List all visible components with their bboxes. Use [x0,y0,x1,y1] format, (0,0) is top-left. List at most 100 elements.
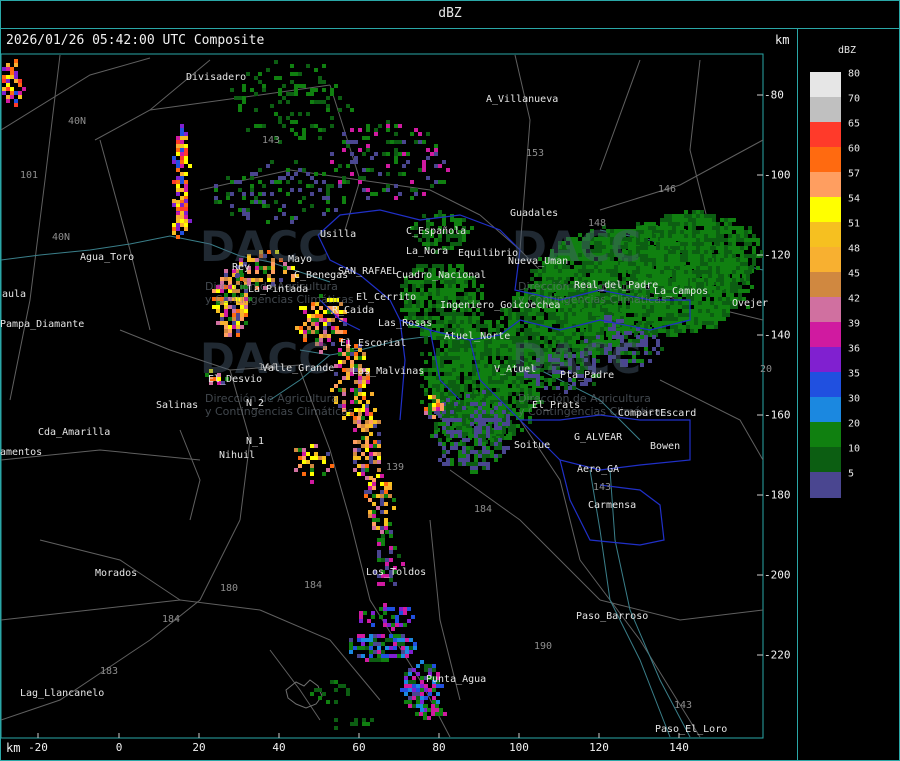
legend-label: 36 [848,343,861,355]
place-label: El_Cerrito [356,292,417,303]
place-label: Nihuil [219,450,256,461]
route-number: 101 [20,170,39,181]
y-tick-label: -120 [764,248,791,262]
radar-map [0,53,764,739]
place-label: La_Campos [654,286,709,297]
place-label: Soitue [514,440,551,451]
legend-label: 51 [848,218,861,230]
route-number: 183 [100,666,119,677]
y-tick-label: -140 [764,328,791,342]
x-tick-label: 20 [192,741,206,754]
place-label: Real_del_Padre [574,280,659,291]
place-label: El_Desvio [208,374,263,385]
road-line [689,59,711,231]
legend-label: 5 [848,468,855,480]
place-label: CompartEscard [618,408,697,419]
legend-label: 65 [848,118,861,130]
x-tick-label: 0 [115,741,123,754]
x-tick-label: 60 [352,741,366,754]
place-label: N_2 [246,398,265,409]
legend-label: 20 [848,418,861,430]
place-label: Paso_El_Loro [655,724,728,735]
place-label: Valle_Grande [262,363,335,374]
legend-swatch [810,397,841,423]
route-number: 40N [68,116,87,127]
route-number: 148 [588,218,607,229]
legend-swatch [810,372,841,398]
x-tick-label: 140 [669,741,689,754]
legend-label: 54 [848,193,861,205]
legend-swatch [810,297,841,323]
place-label: El_Prats [532,400,581,411]
place-label: A_Villanueva [486,94,559,105]
road-line [1,639,151,721]
route-number: 184 [162,614,181,625]
route-number: 184 [304,580,323,591]
legend-swatch [810,322,841,348]
route-number: 20 [760,364,773,375]
route-number: 190 [534,641,553,652]
route-number: 143 [593,482,612,493]
y-tick-label: -160 [764,408,791,422]
legend-swatch [810,172,841,198]
place-label: Mayo [288,254,313,265]
place-label: V_Atuel [494,364,537,375]
place-label: Morados [95,568,138,579]
legend-swatch [810,272,841,298]
route-number: 143 [262,135,281,146]
road-line [1,599,261,621]
place-label: R_Caida [332,305,375,316]
place-label: Punta_Agua [426,674,487,685]
road-line [449,469,601,601]
y-tick-label: -180 [764,488,791,502]
place-label: Las_Malvinas [352,366,425,377]
legend-swatch [810,147,841,173]
x-tick-label: 40 [272,741,286,754]
place-label: Los_Toldos [366,567,427,578]
legend-swatch [810,222,841,248]
y-axis-unit: km [775,33,790,47]
road-line [599,59,641,171]
place-label: Equilibrio [458,248,519,259]
place-label: Pta_Padre [560,370,615,381]
road-line [99,139,151,331]
legend-label: 60 [848,143,861,155]
place-label: Salinas [156,400,199,411]
place-label: El_Escorial [340,338,407,349]
legend-label: 10 [848,443,861,455]
place-label: Carmensa [588,500,637,511]
legend-swatch [810,247,841,273]
route-number: 139 [386,462,405,473]
legend-label: 80 [848,68,861,80]
legend-label: 30 [848,393,861,405]
place-label: Cuadro_Nacional [396,270,487,281]
legend-swatch [810,122,841,148]
place-label: Agua_Toro [80,252,135,263]
legend-swatch [810,347,841,373]
legend-swatch [810,197,841,223]
legend-label: 42 [848,293,861,305]
place-label: Usilla [320,229,357,240]
place-label: N_1 [246,436,265,447]
legend-swatch [810,422,841,448]
legend-label: 45 [848,268,861,280]
place-label: Ovejer [732,298,769,309]
legend-label: 57 [848,168,861,180]
terrain-contour [285,679,323,709]
place-label: aula [2,289,27,300]
x-tick-label: -20 [28,741,48,754]
legend-swatch [810,97,841,123]
place-label: La_Pintada [248,284,309,295]
watermark-caption: Dirección de Agricultura y Contingencias … [205,392,354,418]
timestamp-label: 2026/01/26 05:42:00 UTC Composite [6,33,265,48]
place-label: G_ALVEAR [574,432,623,443]
place-label: amentos [0,447,43,458]
route-number: 146 [658,184,677,195]
legend-swatch [810,447,841,473]
place-label: Lag_Llancanelo [20,688,105,699]
place-label: Cda_Amarilla [38,427,111,438]
place-label: Las_Rosas [378,318,433,329]
place-label: Paso_Barroso [576,611,649,622]
road-line [269,649,321,721]
y-tick-label: -200 [764,568,791,582]
